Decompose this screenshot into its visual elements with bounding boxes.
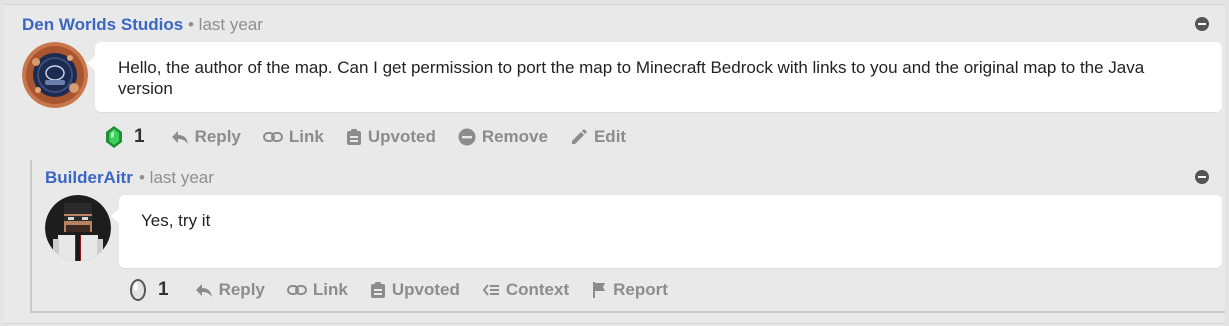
comment-thread: Den Worlds Studios • last year Hello, th… [4, 4, 1225, 324]
silver-gem-icon [130, 279, 146, 301]
reply-button[interactable]: Reply [171, 127, 241, 147]
link-button[interactable]: Link [262, 127, 324, 147]
upvoted-label: Upvoted [391, 280, 460, 299]
reply-icon [171, 131, 188, 144]
context-label: Context [505, 280, 570, 299]
comment-body: Hello, the author of the map. Can I get … [87, 42, 1222, 112]
avatar-builderaitr-icon [45, 195, 111, 261]
upvoted-button[interactable]: Upvoted [370, 280, 460, 300]
reply-text: Yes, try it [141, 211, 211, 230]
reply-actions: 1 Reply Link Upvoted Context Report [128, 276, 690, 304]
comment-timestamp: • last year [188, 15, 263, 34]
context-button[interactable]: Context [482, 280, 569, 300]
avatar-den-worlds-icon [22, 42, 88, 108]
reply-label: Reply [218, 280, 265, 299]
reply-body: Yes, try it [111, 195, 1222, 268]
link-icon [262, 132, 283, 142]
edit-button[interactable]: Edit [570, 127, 626, 147]
reply-thread-line [30, 160, 32, 313]
flag-icon [593, 282, 606, 298]
edit-icon [571, 129, 587, 144]
remove-icon [458, 128, 476, 146]
reply-icon [195, 284, 212, 297]
link-button[interactable]: Link [286, 280, 348, 300]
report-label: Report [613, 280, 668, 299]
link-label: Link [288, 127, 324, 146]
avatar[interactable] [22, 42, 88, 108]
comment-actions: 1 Reply Link Upvoted Remove Edit [104, 123, 648, 151]
reply-author-link[interactable]: BuilderAitr [45, 168, 133, 188]
upvoted-label: Upvoted [367, 127, 436, 146]
vote-count: 1 [158, 279, 169, 300]
clipboard-icon [346, 129, 361, 145]
reply-thread-bottom-line [30, 311, 1225, 313]
vote-button[interactable] [128, 278, 148, 302]
link-icon [286, 285, 307, 295]
vote-count: 1 [134, 126, 145, 147]
avatar[interactable] [45, 195, 111, 261]
comment-text: Hello, the author of the map. Can I get … [118, 58, 1145, 98]
reply-timestamp: • last year [139, 168, 214, 187]
remove-label: Remove [481, 127, 548, 146]
comment-author-link[interactable]: Den Worlds Studios [22, 15, 183, 35]
emerald-icon [106, 126, 122, 148]
edit-label: Edit [593, 127, 627, 146]
collapse-icon[interactable] [1195, 170, 1209, 184]
remove-button[interactable]: Remove [458, 127, 548, 147]
reply-button[interactable]: Reply [195, 280, 265, 300]
report-button[interactable]: Report [591, 280, 668, 300]
collapse-icon[interactable] [1195, 17, 1209, 31]
context-icon [482, 284, 499, 296]
link-label: Link [312, 280, 348, 299]
reply-label: Reply [194, 127, 241, 146]
upvoted-button[interactable]: Upvoted [346, 127, 436, 147]
vote-button[interactable] [104, 125, 124, 149]
clipboard-icon [370, 282, 385, 298]
